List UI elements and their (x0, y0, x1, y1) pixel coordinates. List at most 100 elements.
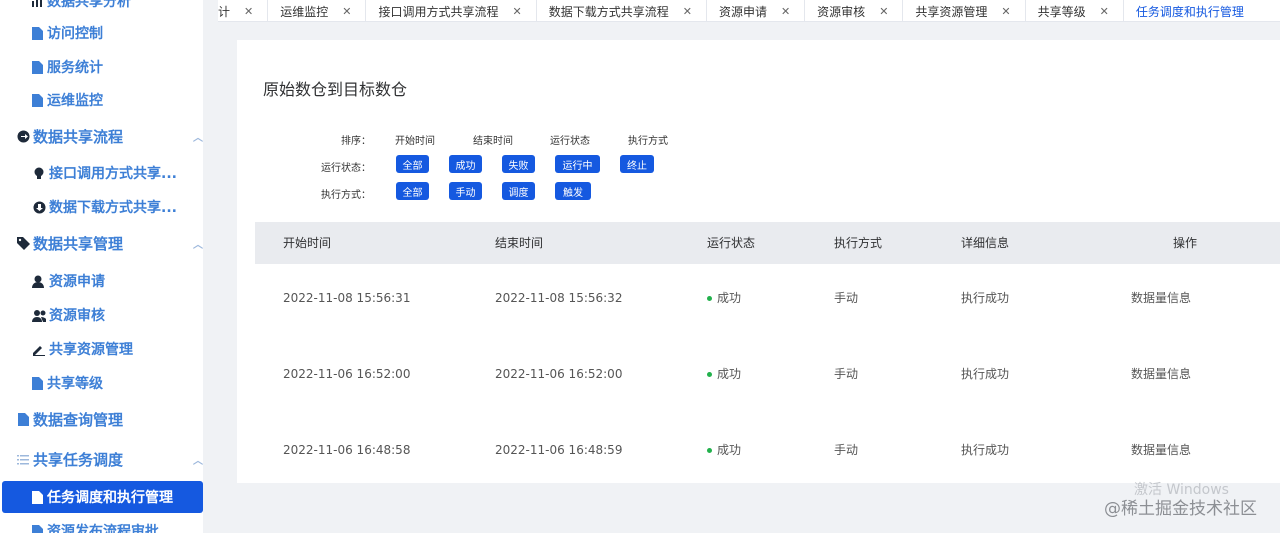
cell-detail: 执行成功 (961, 367, 1010, 381)
status-running-button[interactable]: 运行中 (555, 155, 600, 173)
cell-detail: 执行成功 (961, 291, 1010, 305)
table-row: 2022-11-06 16:52:00 2022-11-06 16:52:00 … (255, 336, 1280, 412)
sidebar-item-data-query[interactable]: 数据查询管理 (16, 404, 216, 434)
sidebar-item-share-level[interactable]: 共享等级 (30, 368, 103, 398)
sidebar-item-label: 访问控制 (47, 26, 103, 42)
sidebar-item-publish-approval[interactable]: 资源发布流程审批 (30, 516, 159, 533)
cell-mode: 手动 (834, 443, 859, 457)
sidebar-gap (203, 0, 218, 533)
sidebar-group-label: 共享任务调度 (33, 450, 124, 469)
chevron-up-icon[interactable]: ︿ (193, 452, 203, 467)
status-fail-button[interactable]: 失败 (502, 155, 535, 173)
chevron-up-icon[interactable]: ︿ (193, 129, 203, 144)
sidebar-item-download-flow[interactable]: 数据下载方式共享... (32, 192, 177, 222)
status-stopped-button[interactable]: 终止 (620, 155, 654, 173)
sidebar-item-resource-apply[interactable]: 资源申请 (32, 266, 105, 296)
data-volume-link[interactable]: 数据量信息 (1131, 336, 1191, 412)
tab-resource-review[interactable]: 资源审核 ✕ (805, 0, 904, 22)
sidebar-item-resource-review[interactable]: 资源审核 (32, 300, 105, 330)
mode-all-button[interactable]: 全部 (396, 182, 429, 200)
close-icon[interactable]: ✕ (683, 5, 692, 18)
cell-start-time: 2022-11-06 16:52:00 (283, 367, 411, 381)
users-icon (32, 308, 46, 322)
close-icon[interactable]: ✕ (1100, 5, 1109, 18)
tab-resource-apply[interactable]: 资源申请 ✕ (707, 0, 806, 22)
chevron-up-icon[interactable]: ︿ (193, 236, 203, 251)
tab-shared-resource-manage[interactable]: 共享资源管理 ✕ (903, 0, 1026, 22)
sidebar-group-share-flow[interactable]: 数据共享流程 ︿ (16, 121, 216, 151)
sidebar-item-api-flow[interactable]: 接口调用方式共享... (32, 158, 177, 188)
cell-end-time: 2022-11-06 16:48:59 (495, 443, 623, 457)
sidebar-item-access-control[interactable]: 访问控制 (30, 18, 103, 48)
mode-trigger-button[interactable]: 触发 (555, 182, 591, 200)
tab-label: 计 (218, 4, 231, 19)
cell-status: 成功 (707, 412, 741, 488)
close-icon[interactable]: ✕ (1001, 5, 1010, 18)
tab-bar: 计 ✕ 运维监控 ✕ 接口调用方式共享流程 ✕ 数据下载方式共享流程 ✕ 资源申请 ✕ 资… (218, 0, 1280, 22)
cell-end-time: 2022-11-08 15:56:32 (495, 291, 623, 305)
tab-api-flow[interactable]: 接口调用方式共享流程 ✕ (366, 0, 537, 22)
file-icon (30, 376, 44, 390)
sidebar-item-label: 共享等级 (47, 376, 103, 392)
data-volume-link[interactable]: 数据量信息 (1131, 412, 1191, 488)
mode-schedule-button[interactable]: 调度 (502, 182, 535, 200)
close-icon[interactable]: ✕ (342, 5, 351, 18)
status-filter-label: 运行状态： (321, 163, 371, 174)
sidebar-item-shared-resource-manage[interactable]: 共享资源管理 (32, 334, 133, 364)
tab-label: 资源审核 (817, 4, 866, 19)
status-dot-icon (707, 372, 712, 377)
sidebar-item-label: 资源发布流程审批 (47, 524, 159, 533)
column-header: 操作 (1173, 236, 1198, 250)
status-dot-icon (707, 448, 712, 453)
sidebar-group-task-schedule[interactable]: 共享任务调度 ︿ (16, 444, 216, 474)
sidebar-item-label: 任务调度和执行管理 (47, 490, 173, 506)
download-icon (32, 200, 46, 214)
sidebar-group-share-manage[interactable]: 数据共享管理 ︿ (16, 228, 216, 258)
cell-mode: 手动 (834, 291, 859, 305)
tab-ops-monitor[interactable]: 运维监控 ✕ (268, 0, 367, 22)
tab-task-schedule-manage[interactable]: 任务调度和执行管理 (1124, 0, 1258, 22)
sidebar-group-label: 数据共享流程 (33, 127, 124, 146)
sort-start-time[interactable]: 开始时间 (395, 132, 435, 147)
table-row: 2022-11-08 15:56:31 2022-11-08 15:56:32 … (255, 260, 1280, 336)
tab-share-level[interactable]: 共享等级 ✕ (1026, 0, 1124, 22)
user-apply-icon (32, 274, 46, 288)
sidebar-item-share-analysis[interactable]: 数据共享分析 (30, 0, 131, 16)
sidebar-group-label: 数据共享管理 (33, 234, 124, 253)
status-text: 成功 (717, 443, 742, 457)
juejin-watermark: @稀土掘金技术社区 (1104, 499, 1257, 519)
sidebar-item-task-schedule-manage[interactable]: 任务调度和执行管理 (2, 481, 203, 513)
tab-label: 接口调用方式共享流程 (378, 4, 499, 19)
tab-download-flow[interactable]: 数据下载方式共享流程 ✕ (537, 0, 707, 22)
status-all-button[interactable]: 全部 (396, 155, 429, 173)
sort-run-status[interactable]: 运行状态 (550, 132, 590, 147)
column-header: 开始时间 (283, 236, 332, 250)
cell-end-time: 2022-11-06 16:52:00 (495, 367, 623, 381)
sidebar-item-label: 资源申请 (49, 274, 105, 290)
data-volume-link[interactable]: 数据量信息 (1131, 260, 1191, 336)
file-icon (30, 93, 44, 107)
sidebar-item-service-stats[interactable]: 服务统计 (30, 52, 103, 82)
close-icon[interactable]: ✕ (781, 5, 790, 18)
sort-end-time[interactable]: 结束时间 (473, 132, 513, 147)
cell-mode: 手动 (834, 367, 859, 381)
sidebar-item-label: 数据下载方式共享... (49, 200, 177, 216)
tab-label: 任务调度和执行管理 (1135, 4, 1244, 19)
column-header: 运行状态 (707, 236, 756, 250)
sidebar-item-label: 运维监控 (47, 93, 103, 109)
close-icon[interactable]: ✕ (244, 5, 253, 18)
tab-label: 资源申请 (718, 4, 767, 19)
file-icon (16, 412, 30, 426)
sort-exec-mode[interactable]: 执行方式 (628, 132, 668, 147)
mode-manual-button[interactable]: 手动 (449, 182, 482, 200)
main-card: 原始数仓到目标数仓 排序： 开始时间 结束时间 运行状态 执行方式 运行状态： … (237, 40, 1280, 483)
cell-start-time: 2022-11-06 16:48:58 (283, 443, 411, 457)
sidebar-item-ops-monitor[interactable]: 运维监控 (30, 85, 103, 115)
close-icon[interactable]: ✕ (512, 5, 521, 18)
close-icon[interactable]: ✕ (879, 5, 888, 18)
cell-status: 成功 (707, 336, 741, 412)
tab-stats-partial[interactable]: 计 ✕ (218, 0, 269, 22)
status-success-button[interactable]: 成功 (449, 155, 482, 173)
tab-label: 共享资源管理 (915, 4, 988, 19)
sidebar-item-label: 服务统计 (47, 60, 103, 76)
